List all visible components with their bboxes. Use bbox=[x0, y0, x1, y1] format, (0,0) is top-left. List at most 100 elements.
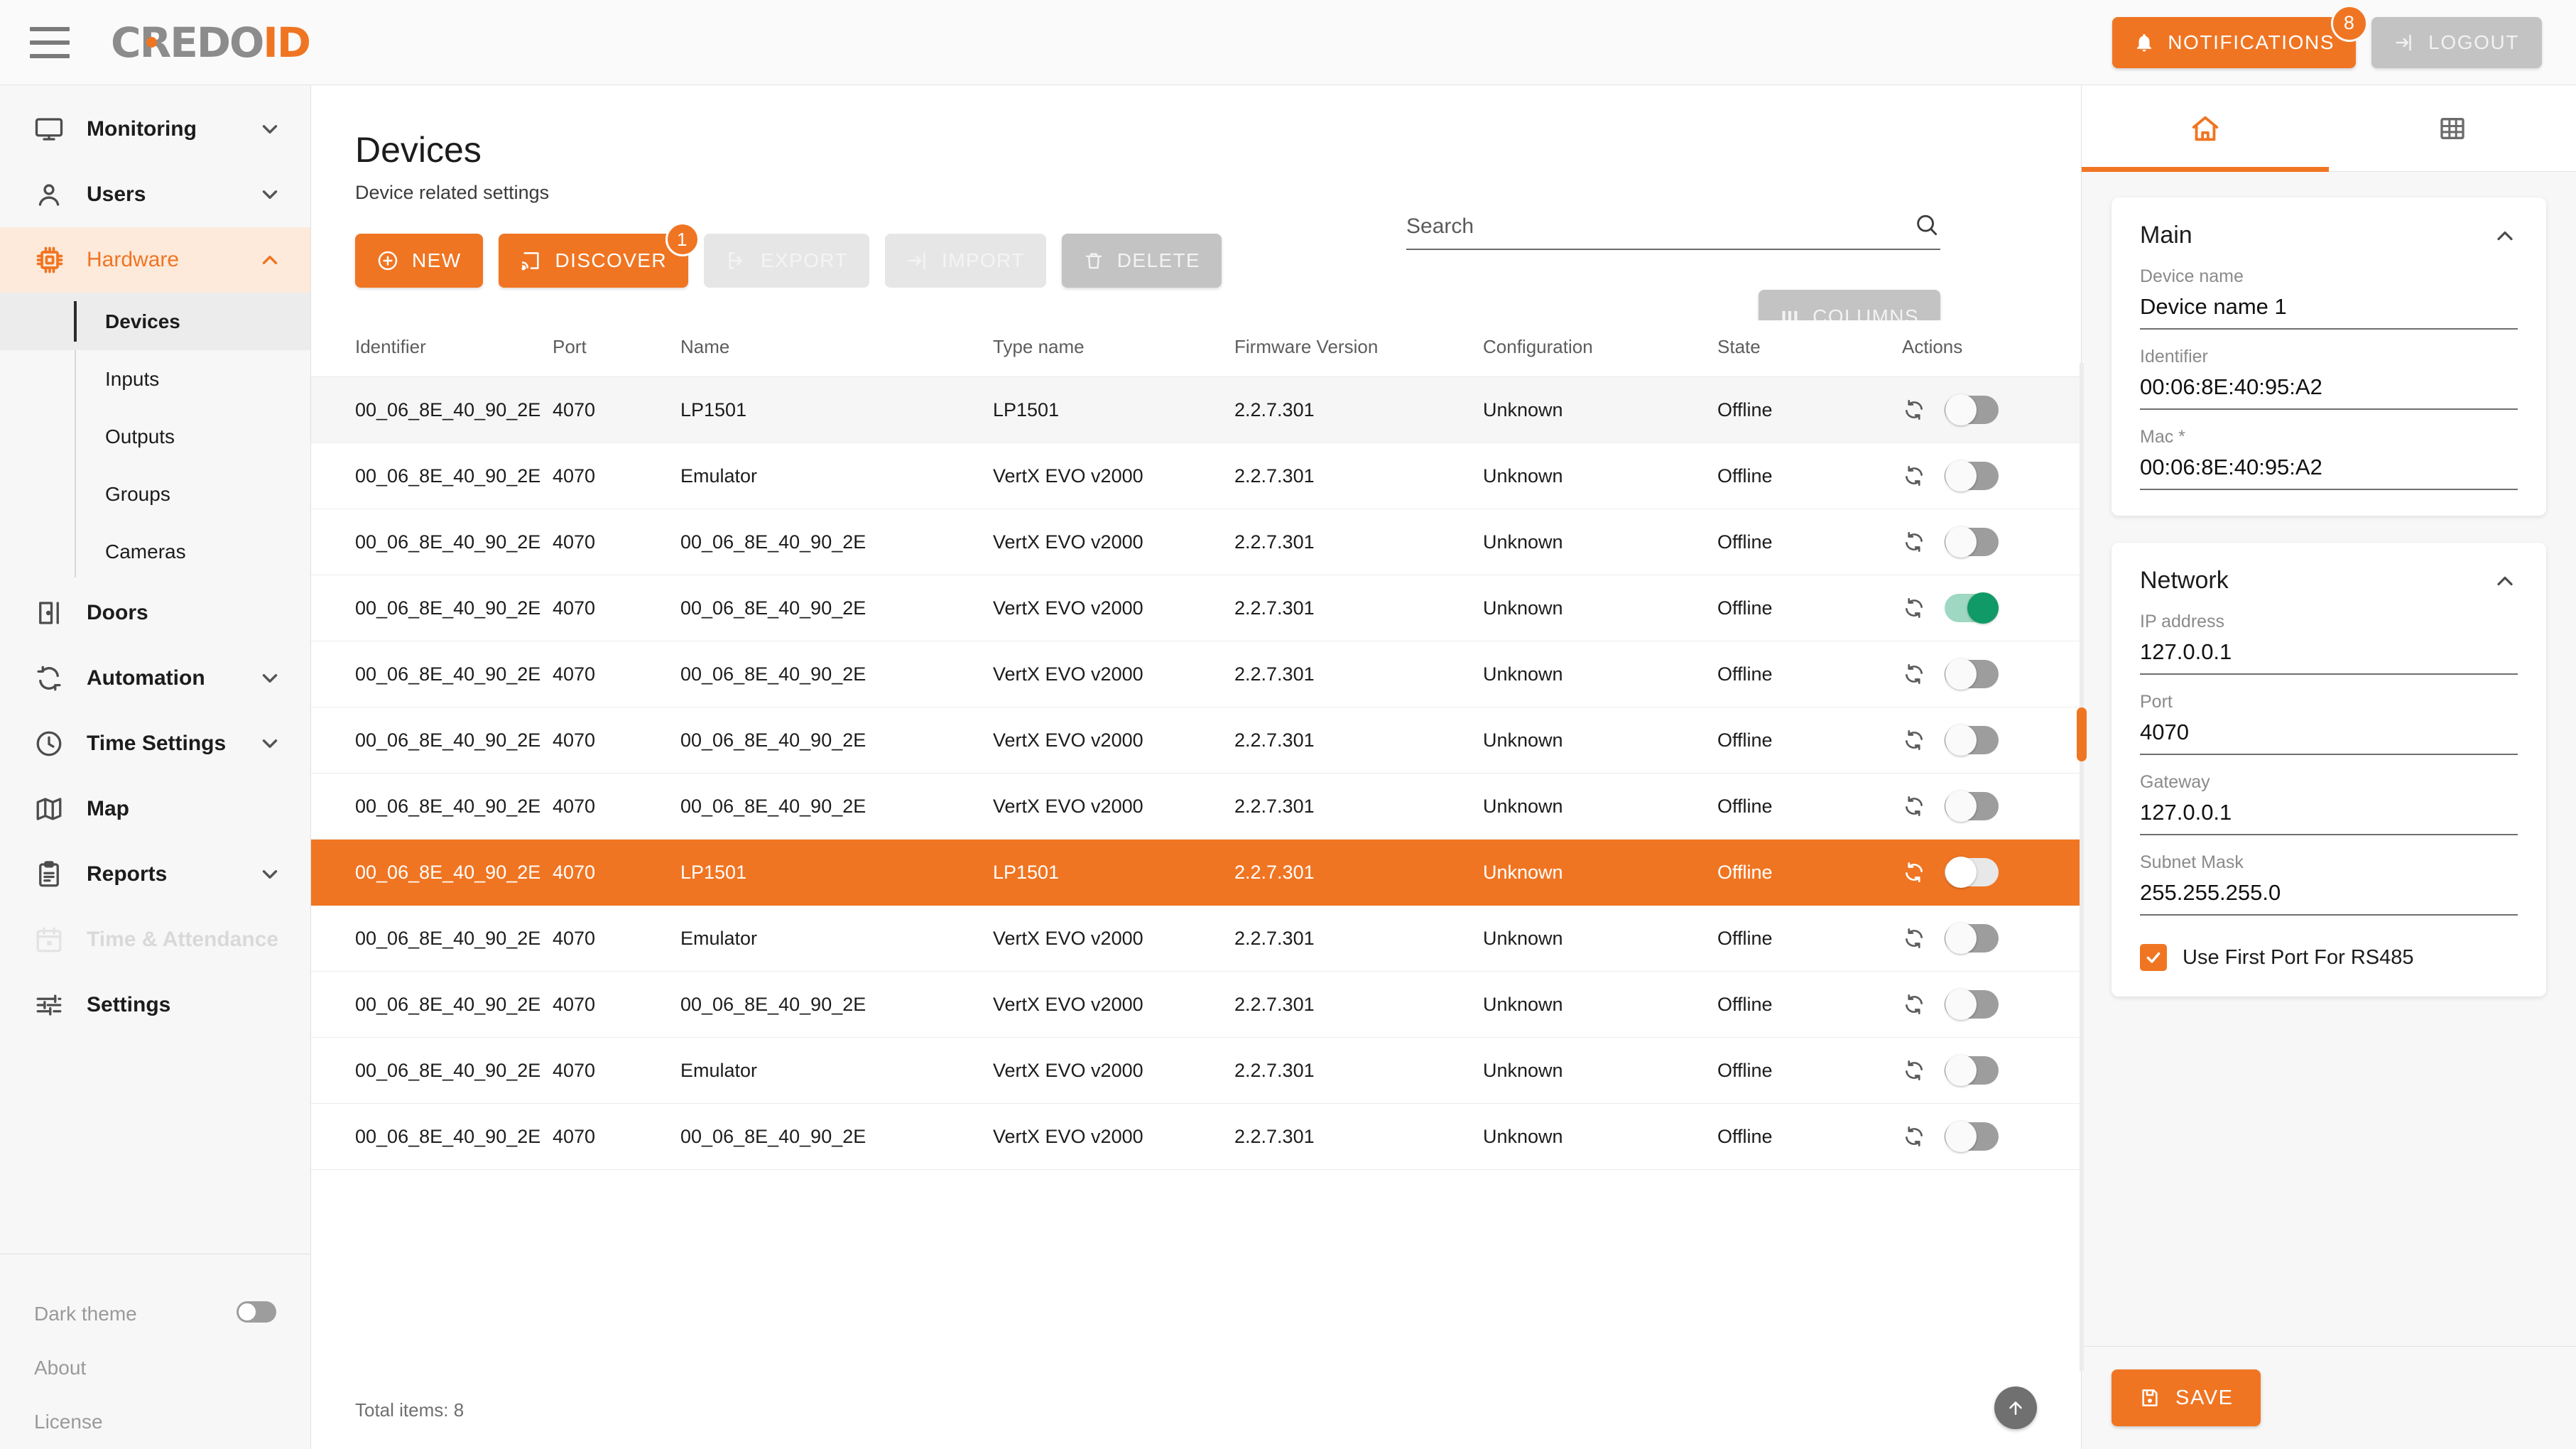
sidebar-item-groups[interactable]: Groups bbox=[0, 465, 310, 523]
table-row[interactable]: 00_06_8E_40_90_2E 4070 Emulator VertX EVO v… bbox=[311, 905, 2081, 972]
sidebar-item-hardware[interactable]: Hardware bbox=[0, 227, 310, 293]
input-port[interactable] bbox=[2140, 720, 2518, 755]
new-button[interactable]: NEW bbox=[355, 234, 483, 288]
table-row[interactable]: 00_06_8E_40_90_2E 4070 00_06_8E_40_90_2E Ve… bbox=[311, 773, 2081, 840]
sync-icon[interactable] bbox=[1902, 926, 1926, 950]
sidebar-item-time-settings[interactable]: Time Settings bbox=[0, 711, 310, 776]
input-subnet-mask[interactable] bbox=[2140, 880, 2518, 916]
trash-icon bbox=[1085, 253, 1102, 269]
device-enabled-toggle[interactable] bbox=[1945, 857, 1999, 888]
input-gateway[interactable] bbox=[2140, 800, 2518, 835]
field-subnet-mask: Subnet Mask bbox=[2140, 852, 2518, 916]
scroll-to-top-button[interactable] bbox=[1994, 1386, 2037, 1429]
table-row[interactable]: 00_06_8E_40_90_2E 4070 00_06_8E_40_90_2E Ve… bbox=[311, 707, 2081, 774]
sidebar-item-inputs[interactable]: Inputs bbox=[0, 350, 310, 408]
device-enabled-toggle[interactable] bbox=[1945, 526, 1999, 558]
save-button[interactable]: SAVE bbox=[2112, 1369, 2261, 1426]
table-row[interactable]: 00_06_8E_40_90_2E 4070 LP1501 LP1501 2.2.7.3… bbox=[311, 839, 2081, 906]
search-icon[interactable] bbox=[1913, 212, 1940, 239]
sync-icon[interactable] bbox=[1902, 596, 1926, 620]
device-enabled-toggle[interactable] bbox=[1945, 592, 1999, 624]
col-state[interactable]: State bbox=[1717, 320, 1902, 377]
device-enabled-toggle[interactable] bbox=[1945, 791, 1999, 822]
hamburger-menu-icon[interactable] bbox=[30, 26, 70, 58]
discover-button[interactable]: DISCOVER 1 bbox=[498, 222, 700, 288]
device-enabled-toggle[interactable] bbox=[1945, 724, 1999, 756]
col-type-name[interactable]: Type name bbox=[993, 320, 1234, 377]
dark-theme-toggle[interactable] bbox=[237, 1301, 276, 1328]
cell-configuration: Unknown bbox=[1483, 773, 1717, 840]
tab-main[interactable] bbox=[2082, 85, 2329, 172]
tab-grid[interactable] bbox=[2329, 85, 2576, 171]
device-enabled-toggle[interactable] bbox=[1945, 658, 1999, 690]
import-button[interactable]: IMPORT bbox=[885, 234, 1046, 288]
sidebar-item-reports[interactable]: Reports bbox=[0, 842, 310, 907]
dark-theme-row[interactable]: Dark theme bbox=[34, 1287, 276, 1341]
sidebar-item-map[interactable]: Map bbox=[0, 776, 310, 842]
table-row[interactable]: 00_06_8E_40_90_2E 4070 00_06_8E_40_90_2E Ve… bbox=[311, 509, 2081, 575]
chevron-down-icon[interactable] bbox=[258, 666, 282, 690]
sidebar-item-automation[interactable]: Automation bbox=[0, 646, 310, 711]
sidebar-item-doors[interactable]: Doors bbox=[0, 580, 310, 646]
chevron-up-icon[interactable] bbox=[2492, 568, 2518, 594]
table-row[interactable]: 00_06_8E_40_90_2E 4070 00_06_8E_40_90_2E Ve… bbox=[311, 575, 2081, 641]
table-row[interactable]: 00_06_8E_40_90_2E 4070 00_06_8E_40_90_2E Ve… bbox=[311, 971, 2081, 1038]
license-link[interactable]: License bbox=[34, 1395, 276, 1449]
home-icon bbox=[2192, 116, 2219, 141]
input-device-name[interactable] bbox=[2140, 294, 2518, 330]
col-configuration[interactable]: Configuration bbox=[1483, 320, 1717, 377]
device-enabled-toggle[interactable] bbox=[1945, 1121, 1999, 1152]
input-ip-address[interactable] bbox=[2140, 639, 2518, 675]
search-input[interactable] bbox=[1406, 215, 1913, 239]
sidebar-item-settings[interactable]: Settings bbox=[0, 972, 310, 1038]
device-enabled-toggle[interactable] bbox=[1945, 923, 1999, 954]
device-enabled-toggle[interactable] bbox=[1945, 1055, 1999, 1086]
sync-icon[interactable] bbox=[1902, 728, 1926, 752]
device-enabled-toggle[interactable] bbox=[1945, 460, 1999, 492]
table-row[interactable]: 00_06_8E_40_90_2E 4070 LP1501 LP1501 2.2.7.3… bbox=[311, 376, 2081, 443]
device-enabled-toggle[interactable] bbox=[1945, 394, 1999, 425]
sidebar-item-users[interactable]: Users bbox=[0, 162, 310, 227]
col-name[interactable]: Name bbox=[680, 320, 993, 377]
table-row[interactable]: 00_06_8E_40_90_2E 4070 00_06_8E_40_90_2E Ve… bbox=[311, 641, 2081, 707]
delete-button[interactable]: DELETE bbox=[1061, 234, 1222, 288]
input-identifier[interactable] bbox=[2140, 374, 2518, 410]
sidebar-item-cameras[interactable]: Cameras bbox=[0, 523, 310, 580]
sidebar-item-devices[interactable]: Devices bbox=[0, 293, 310, 350]
export-button[interactable]: EXPORT bbox=[703, 234, 870, 288]
cell-identifier: 00_06_8E_40_90_2E bbox=[311, 509, 553, 575]
sync-icon[interactable] bbox=[1902, 1124, 1926, 1149]
chevron-up-icon[interactable] bbox=[2492, 223, 2518, 249]
about-link[interactable]: About bbox=[34, 1341, 276, 1395]
sync-icon[interactable] bbox=[1902, 1058, 1926, 1082]
chevron-up-icon[interactable] bbox=[258, 248, 282, 272]
sync-icon[interactable] bbox=[1902, 860, 1926, 884]
sync-icon[interactable] bbox=[1902, 530, 1926, 554]
table-scrollbar-thumb[interactable] bbox=[2077, 707, 2087, 761]
sync-icon[interactable] bbox=[1902, 398, 1926, 422]
chevron-down-icon[interactable] bbox=[258, 183, 282, 207]
device-enabled-toggle[interactable] bbox=[1945, 989, 1999, 1020]
chevron-down-icon[interactable] bbox=[258, 862, 282, 886]
col-port[interactable]: Port bbox=[553, 320, 680, 377]
use-first-port-rs485-row[interactable]: Use First Port For RS485 bbox=[2140, 944, 2518, 971]
sync-icon[interactable] bbox=[1902, 794, 1926, 818]
sync-icon[interactable] bbox=[1902, 992, 1926, 1016]
notifications-button[interactable]: NOTIFICATIONS 8 bbox=[2112, 4, 2369, 68]
sync-icon[interactable] bbox=[1902, 464, 1926, 488]
logout-button[interactable]: LOGOUT bbox=[2371, 16, 2542, 68]
table-row[interactable]: 00_06_8E_40_90_2E 4070 Emulator VertX EVO v… bbox=[311, 1037, 2081, 1104]
table-row[interactable]: 00_06_8E_40_90_2E 4070 Emulator VertX EVO v… bbox=[311, 443, 2081, 509]
sync-icon[interactable] bbox=[1902, 662, 1926, 686]
chevron-down-icon[interactable] bbox=[258, 117, 282, 141]
input-mac[interactable] bbox=[2140, 455, 2518, 490]
chevron-down-icon[interactable] bbox=[258, 732, 282, 756]
checkbox-use-first-port-rs485[interactable] bbox=[2140, 944, 2167, 971]
table-row[interactable]: 00_06_8E_40_90_2E 4070 00_06_8E_40_90_2E Ve… bbox=[311, 1103, 2081, 1170]
sidebar-item-outputs[interactable]: Outputs bbox=[0, 408, 310, 465]
cell-state: Offline bbox=[1717, 376, 1902, 443]
table-scrollbar[interactable] bbox=[2077, 363, 2087, 1371]
sidebar-item-monitoring[interactable]: Monitoring bbox=[0, 97, 310, 162]
col-identifier[interactable]: Identifier bbox=[311, 320, 553, 377]
col-firmware-version[interactable]: Firmware Version bbox=[1234, 320, 1483, 377]
